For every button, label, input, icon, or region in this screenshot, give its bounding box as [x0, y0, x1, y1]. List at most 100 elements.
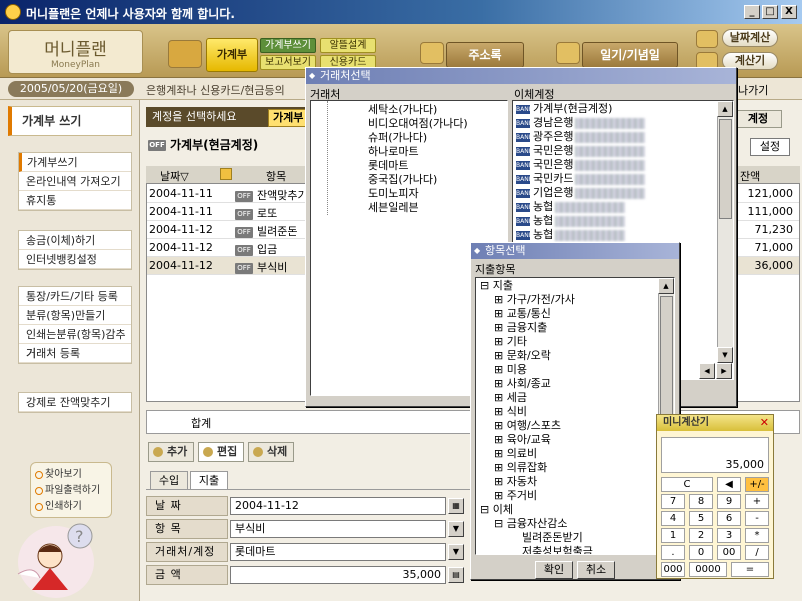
- calc-key-9[interactable]: 9: [717, 494, 741, 509]
- tree-node[interactable]: ⊞ 육아/교육: [494, 433, 674, 447]
- calc-key-divide[interactable]: /: [745, 545, 769, 560]
- minimize-button[interactable]: _: [744, 5, 760, 19]
- column-balance[interactable]: 잔액: [740, 168, 760, 184]
- calc-key-8[interactable]: 8: [689, 494, 713, 509]
- expand-icon[interactable]: ⊞: [494, 321, 507, 334]
- vendor-item[interactable]: 세븐일레븐: [368, 201, 507, 215]
- date-calc-button[interactable]: 날짜계산: [722, 29, 778, 47]
- calc-key-7[interactable]: 7: [661, 494, 685, 509]
- tree-node[interactable]: ⊞ 미용: [494, 363, 674, 377]
- account-item[interactable]: BANK가계부(현금계정): [516, 102, 733, 116]
- tree-node[interactable]: ⊞ 교통/통신: [494, 307, 674, 321]
- calculator-close-icon[interactable]: ✕: [760, 415, 769, 430]
- sidebar-item-netbank-settings[interactable]: 인터넷뱅킹설정: [19, 250, 131, 269]
- calc-key-0000[interactable]: 0000: [689, 562, 727, 577]
- exit-link[interactable]: 나가기: [738, 82, 768, 98]
- tree-node[interactable]: ⊞ 식비: [494, 405, 674, 419]
- calc-key-plus[interactable]: +: [745, 494, 769, 509]
- calc-key-dot[interactable]: .: [661, 545, 685, 560]
- vendor-dialog-title[interactable]: 거래처선택: [306, 68, 736, 84]
- calc-key-2[interactable]: 2: [689, 528, 713, 543]
- tree-node[interactable]: ⊞ 자동차: [494, 475, 674, 489]
- vendor-field[interactable]: 롯데마트: [230, 543, 446, 561]
- tree-node[interactable]: ⊞ 기타: [494, 335, 674, 349]
- cancel-button[interactable]: 취소: [577, 561, 615, 579]
- column-date[interactable]: 날짜▽: [160, 168, 189, 184]
- calc-key-5[interactable]: 5: [689, 511, 713, 526]
- scroll-left-icon[interactable]: ◀: [699, 363, 715, 379]
- expand-icon[interactable]: ⊞: [494, 363, 507, 376]
- tree-node[interactable]: ⊞ 금융지출: [494, 321, 674, 335]
- account-item[interactable]: BANK국민카드: [516, 172, 733, 186]
- tree-node[interactable]: ⊟ 금융자산감소: [494, 517, 674, 531]
- calc-key-000[interactable]: 000: [661, 562, 685, 577]
- sidebar-item-import-online[interactable]: 온라인내역 가져오기: [19, 172, 131, 191]
- calculator-title[interactable]: 미니계산기 ✕: [657, 415, 773, 431]
- column-item[interactable]: 항목: [266, 168, 286, 184]
- tree-node[interactable]: ⊞ 주거비: [494, 489, 674, 503]
- calc-key-6[interactable]: 6: [717, 511, 741, 526]
- write-ledger-button[interactable]: 가계부쓰기: [260, 38, 316, 53]
- tab-income[interactable]: 수입: [150, 471, 188, 490]
- account-item[interactable]: BANK농협: [516, 200, 733, 214]
- category-dialog-title[interactable]: 항목선택: [471, 243, 679, 259]
- scroll-thumb[interactable]: [719, 119, 732, 219]
- scroll-up-icon[interactable]: ▲: [658, 278, 674, 294]
- expand-icon[interactable]: ⊞: [494, 489, 507, 502]
- scroll-down-icon[interactable]: ▼: [717, 347, 733, 363]
- sidebar-item-transfer[interactable]: 송금(이체)하기: [19, 231, 131, 250]
- scroll-right-icon[interactable]: ▶: [716, 363, 732, 379]
- expand-icon[interactable]: ⊞: [494, 405, 507, 418]
- calc-key-3[interactable]: 3: [717, 528, 741, 543]
- vendor-item[interactable]: 롯데마트: [368, 159, 507, 173]
- expand-icon[interactable]: ⊞: [494, 475, 507, 488]
- settings-button[interactable]: 설정: [750, 138, 790, 156]
- account-item[interactable]: BANK국민은행: [516, 158, 733, 172]
- expand-icon[interactable]: ⊞: [494, 419, 507, 432]
- collapse-icon[interactable]: ⊟: [480, 503, 493, 516]
- vendor-item[interactable]: 세탁소(가나다): [368, 103, 507, 117]
- tree-node[interactable]: ⊞ 여행/스포츠: [494, 419, 674, 433]
- edit-button[interactable]: 편집: [198, 442, 244, 462]
- expand-icon[interactable]: ⊞: [494, 433, 507, 446]
- vendor-item[interactable]: 중국집(가나다): [368, 173, 507, 187]
- expand-icon[interactable]: ⊞: [494, 349, 507, 362]
- window-titlebar[interactable]: 머니플랜은 언제나 사용자와 함께 합니다. _ □ X: [0, 0, 802, 24]
- category-select-dialog[interactable]: 항목선택 지출항목 ⊟ 지출 ⊞ 가구/가전/가사 ⊞ 교통/통신 ⊞ 금융지출…: [470, 242, 680, 580]
- category-tree[interactable]: ⊟ 지출 ⊞ 가구/가전/가사 ⊞ 교통/통신 ⊞ 금융지출 ⊞ 기타 ⊞ 문화…: [475, 277, 675, 555]
- account-item[interactable]: BANK경남은행: [516, 116, 733, 130]
- calc-key-backspace[interactable]: ◀: [717, 477, 741, 492]
- account-button[interactable]: 계정: [734, 110, 782, 128]
- tree-node[interactable]: ⊞ 의류잡화: [494, 461, 674, 475]
- help-mascot-icon[interactable]: ?: [10, 520, 100, 600]
- vendor-item[interactable]: 슈퍼(가나다): [368, 131, 507, 145]
- item-dropdown-icon[interactable]: ▼: [448, 521, 464, 537]
- delete-button[interactable]: 삭제: [248, 442, 294, 462]
- scroll-up-icon[interactable]: ▲: [717, 101, 733, 117]
- ok-button[interactable]: 확인: [535, 561, 573, 579]
- item-field[interactable]: 부식비: [230, 520, 446, 538]
- sidebar-item-categories[interactable]: 분류(항목)만들기: [19, 306, 131, 325]
- sidebar-item-register-account[interactable]: 통장/카드/기타 등록: [19, 287, 131, 306]
- close-button[interactable]: X: [781, 5, 797, 19]
- expand-icon[interactable]: ⊞: [494, 461, 507, 474]
- tree-node-expense[interactable]: ⊟ 지출: [480, 279, 674, 293]
- calc-key-minus[interactable]: -: [745, 511, 769, 526]
- account-item[interactable]: BANK농협: [516, 228, 733, 242]
- calc-key-equals[interactable]: =: [731, 562, 769, 577]
- calc-key-clear[interactable]: C: [661, 477, 713, 492]
- vendor-item[interactable]: 도미노피자: [368, 187, 507, 201]
- account-select-tab[interactable]: 가계부: [268, 109, 308, 127]
- expand-icon[interactable]: ⊞: [494, 335, 507, 348]
- add-button[interactable]: 추가: [148, 442, 194, 462]
- vendor-item[interactable]: 비디오대여점(가나다): [368, 117, 507, 131]
- expand-icon[interactable]: ⊞: [494, 307, 507, 320]
- tree-node-transfer[interactable]: ⊟ 이체: [480, 503, 674, 517]
- diary-button[interactable]: 일기/기념일: [582, 42, 678, 68]
- tree-leaf[interactable]: 저축성보험출금: [522, 545, 674, 554]
- file-export-link[interactable]: 파일출력하기: [31, 483, 111, 499]
- tree-node[interactable]: ⊞ 의료비: [494, 447, 674, 461]
- ledger-button[interactable]: 가계부: [206, 38, 258, 72]
- account-item[interactable]: BANK국민은행: [516, 144, 733, 158]
- vendor-item[interactable]: 하나로마트: [368, 145, 507, 159]
